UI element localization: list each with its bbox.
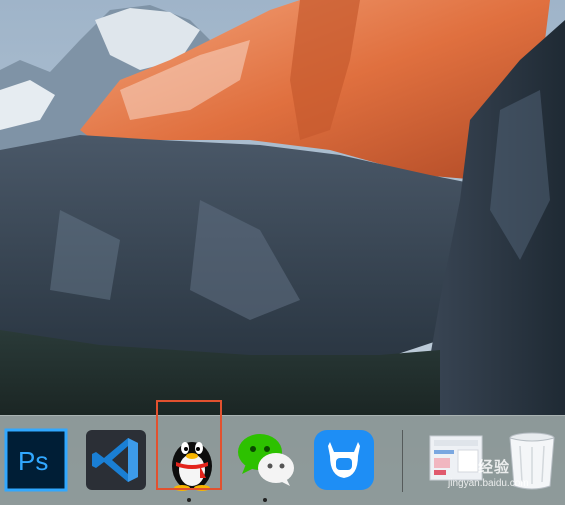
watermark: 经验 jingyan.baidu.com bbox=[440, 459, 560, 500]
watermark-url-text: jingyan.baidu.com bbox=[448, 478, 529, 489]
blue-cow-app[interactable] bbox=[312, 428, 376, 492]
photoshop-icon-label: Ps bbox=[18, 446, 48, 476]
qq-running-indicator bbox=[187, 498, 191, 502]
vscode-app[interactable] bbox=[84, 428, 148, 492]
wechat-icon bbox=[238, 434, 294, 486]
dock-separator bbox=[402, 430, 403, 492]
qq-highlight-annotation bbox=[156, 400, 222, 490]
vscode-icon bbox=[86, 430, 146, 490]
photoshop-icon: Ps bbox=[4, 428, 68, 492]
blue-cow-icon bbox=[314, 430, 374, 490]
photoshop-app[interactable]: Ps bbox=[4, 428, 68, 492]
desktop: Ps 经验 jingyan.baidu.com bbox=[0, 0, 565, 505]
wechat-app[interactable] bbox=[234, 428, 298, 492]
watermark-main-text: 经验 bbox=[478, 459, 511, 476]
wechat-running-indicator bbox=[263, 498, 267, 502]
